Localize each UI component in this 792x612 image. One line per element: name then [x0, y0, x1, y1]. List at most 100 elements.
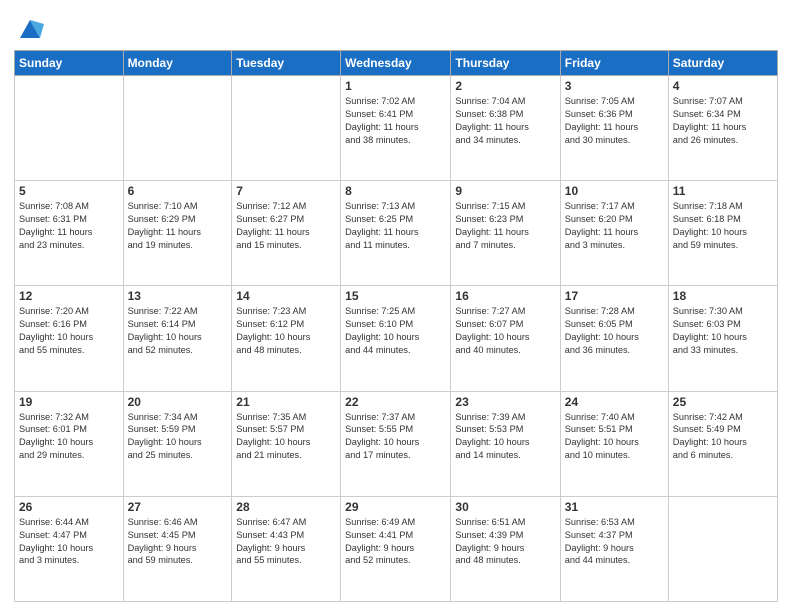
weekday-header-saturday: Saturday [668, 51, 777, 76]
calendar-cell: 1 Sunrise: 7:02 AMSunset: 6:41 PMDaylight… [341, 76, 451, 181]
day-info: Sunrise: 7:34 AMSunset: 5:59 PMDaylight:… [128, 411, 228, 463]
day-number: 30 [455, 500, 555, 514]
calendar-cell: 6 Sunrise: 7:10 AMSunset: 6:29 PMDaylight… [123, 181, 232, 286]
day-number: 13 [128, 289, 228, 303]
day-info: Sunrise: 7:23 AMSunset: 6:12 PMDaylight:… [236, 305, 336, 357]
day-info: Sunrise: 7:28 AMSunset: 6:05 PMDaylight:… [565, 305, 664, 357]
day-number: 12 [19, 289, 119, 303]
day-info: Sunrise: 7:40 AMSunset: 5:51 PMDaylight:… [565, 411, 664, 463]
day-number: 21 [236, 395, 336, 409]
day-number: 7 [236, 184, 336, 198]
calendar-cell: 28 Sunrise: 6:47 AMSunset: 4:43 PMDayligh… [232, 496, 341, 601]
calendar-cell: 3 Sunrise: 7:05 AMSunset: 6:36 PMDaylight… [560, 76, 668, 181]
day-number: 9 [455, 184, 555, 198]
weekday-header-tuesday: Tuesday [232, 51, 341, 76]
day-info: Sunrise: 6:49 AMSunset: 4:41 PMDaylight:… [345, 516, 446, 568]
day-number: 6 [128, 184, 228, 198]
calendar-cell: 7 Sunrise: 7:12 AMSunset: 6:27 PMDaylight… [232, 181, 341, 286]
day-number: 24 [565, 395, 664, 409]
calendar-cell: 19 Sunrise: 7:32 AMSunset: 6:01 PMDayligh… [15, 391, 124, 496]
day-info: Sunrise: 7:22 AMSunset: 6:14 PMDaylight:… [128, 305, 228, 357]
day-number: 1 [345, 79, 446, 93]
day-number: 28 [236, 500, 336, 514]
day-info: Sunrise: 7:42 AMSunset: 5:49 PMDaylight:… [673, 411, 773, 463]
calendar-cell: 18 Sunrise: 7:30 AMSunset: 6:03 PMDayligh… [668, 286, 777, 391]
week-row-2: 5 Sunrise: 7:08 AMSunset: 6:31 PMDaylight… [15, 181, 778, 286]
day-number: 10 [565, 184, 664, 198]
day-info: Sunrise: 7:12 AMSunset: 6:27 PMDaylight:… [236, 200, 336, 252]
calendar-cell: 24 Sunrise: 7:40 AMSunset: 5:51 PMDayligh… [560, 391, 668, 496]
week-row-1: 1 Sunrise: 7:02 AMSunset: 6:41 PMDaylight… [15, 76, 778, 181]
calendar-cell: 29 Sunrise: 6:49 AMSunset: 4:41 PMDayligh… [341, 496, 451, 601]
calendar-cell: 8 Sunrise: 7:13 AMSunset: 6:25 PMDaylight… [341, 181, 451, 286]
day-number: 17 [565, 289, 664, 303]
calendar-cell: 31 Sunrise: 6:53 AMSunset: 4:37 PMDayligh… [560, 496, 668, 601]
day-info: Sunrise: 7:18 AMSunset: 6:18 PMDaylight:… [673, 200, 773, 252]
day-info: Sunrise: 7:30 AMSunset: 6:03 PMDaylight:… [673, 305, 773, 357]
weekday-header-wednesday: Wednesday [341, 51, 451, 76]
calendar-cell: 5 Sunrise: 7:08 AMSunset: 6:31 PMDaylight… [15, 181, 124, 286]
weekday-header-sunday: Sunday [15, 51, 124, 76]
week-row-5: 26 Sunrise: 6:44 AMSunset: 4:47 PMDayligh… [15, 496, 778, 601]
week-row-4: 19 Sunrise: 7:32 AMSunset: 6:01 PMDayligh… [15, 391, 778, 496]
weekday-row: SundayMondayTuesdayWednesdayThursdayFrid… [15, 51, 778, 76]
day-info: Sunrise: 7:05 AMSunset: 6:36 PMDaylight:… [565, 95, 664, 147]
day-info: Sunrise: 7:08 AMSunset: 6:31 PMDaylight:… [19, 200, 119, 252]
day-info: Sunrise: 7:35 AMSunset: 5:57 PMDaylight:… [236, 411, 336, 463]
day-number: 5 [19, 184, 119, 198]
calendar-header: SundayMondayTuesdayWednesdayThursdayFrid… [15, 51, 778, 76]
day-info: Sunrise: 7:27 AMSunset: 6:07 PMDaylight:… [455, 305, 555, 357]
calendar-body: 1 Sunrise: 7:02 AMSunset: 6:41 PMDaylight… [15, 76, 778, 602]
day-info: Sunrise: 6:46 AMSunset: 4:45 PMDaylight:… [128, 516, 228, 568]
day-info: Sunrise: 6:51 AMSunset: 4:39 PMDaylight:… [455, 516, 555, 568]
calendar-cell [15, 76, 124, 181]
day-info: Sunrise: 7:13 AMSunset: 6:25 PMDaylight:… [345, 200, 446, 252]
day-info: Sunrise: 7:32 AMSunset: 6:01 PMDaylight:… [19, 411, 119, 463]
calendar-table: SundayMondayTuesdayWednesdayThursdayFrid… [14, 50, 778, 602]
calendar-cell: 27 Sunrise: 6:46 AMSunset: 4:45 PMDayligh… [123, 496, 232, 601]
day-number: 16 [455, 289, 555, 303]
day-number: 31 [565, 500, 664, 514]
day-info: Sunrise: 7:20 AMSunset: 6:16 PMDaylight:… [19, 305, 119, 357]
day-number: 22 [345, 395, 446, 409]
day-info: Sunrise: 6:44 AMSunset: 4:47 PMDaylight:… [19, 516, 119, 568]
day-number: 25 [673, 395, 773, 409]
day-info: Sunrise: 7:02 AMSunset: 6:41 PMDaylight:… [345, 95, 446, 147]
calendar-cell [123, 76, 232, 181]
calendar-cell: 22Sunrise: 7:37 AMSunset: 5:55 PMDayligh… [341, 391, 451, 496]
header [14, 10, 778, 42]
calendar-cell: 15Sunrise: 7:25 AMSunset: 6:10 PMDayligh… [341, 286, 451, 391]
day-number: 19 [19, 395, 119, 409]
day-number: 15 [345, 289, 446, 303]
calendar-cell: 21 Sunrise: 7:35 AMSunset: 5:57 PMDayligh… [232, 391, 341, 496]
day-number: 27 [128, 500, 228, 514]
day-number: 8 [345, 184, 446, 198]
calendar-cell: 12 Sunrise: 7:20 AMSunset: 6:16 PMDayligh… [15, 286, 124, 391]
day-number: 29 [345, 500, 446, 514]
day-info: Sunrise: 7:15 AMSunset: 6:23 PMDaylight:… [455, 200, 555, 252]
day-number: 3 [565, 79, 664, 93]
day-number: 18 [673, 289, 773, 303]
day-info: Sunrise: 7:39 AMSunset: 5:53 PMDaylight:… [455, 411, 555, 463]
day-info: Sunrise: 6:53 AMSunset: 4:37 PMDaylight:… [565, 516, 664, 568]
weekday-header-friday: Friday [560, 51, 668, 76]
day-number: 2 [455, 79, 555, 93]
logo-icon [16, 14, 44, 42]
calendar-cell: 23Sunrise: 7:39 AMSunset: 5:53 PMDayligh… [451, 391, 560, 496]
calendar-cell: 2 Sunrise: 7:04 AMSunset: 6:38 PMDaylight… [451, 76, 560, 181]
day-number: 11 [673, 184, 773, 198]
calendar-cell [232, 76, 341, 181]
calendar-cell [668, 496, 777, 601]
day-number: 26 [19, 500, 119, 514]
week-row-3: 12 Sunrise: 7:20 AMSunset: 6:16 PMDayligh… [15, 286, 778, 391]
day-number: 14 [236, 289, 336, 303]
calendar-cell: 17 Sunrise: 7:28 AMSunset: 6:05 PMDayligh… [560, 286, 668, 391]
day-info: Sunrise: 7:10 AMSunset: 6:29 PMDaylight:… [128, 200, 228, 252]
day-number: 20 [128, 395, 228, 409]
calendar-cell: 20 Sunrise: 7:34 AMSunset: 5:59 PMDayligh… [123, 391, 232, 496]
day-info: Sunrise: 7:04 AMSunset: 6:38 PMDaylight:… [455, 95, 555, 147]
day-info: Sunrise: 6:47 AMSunset: 4:43 PMDaylight:… [236, 516, 336, 568]
day-number: 4 [673, 79, 773, 93]
day-info: Sunrise: 7:07 AMSunset: 6:34 PMDaylight:… [673, 95, 773, 147]
calendar-cell: 9 Sunrise: 7:15 AMSunset: 6:23 PMDaylight… [451, 181, 560, 286]
